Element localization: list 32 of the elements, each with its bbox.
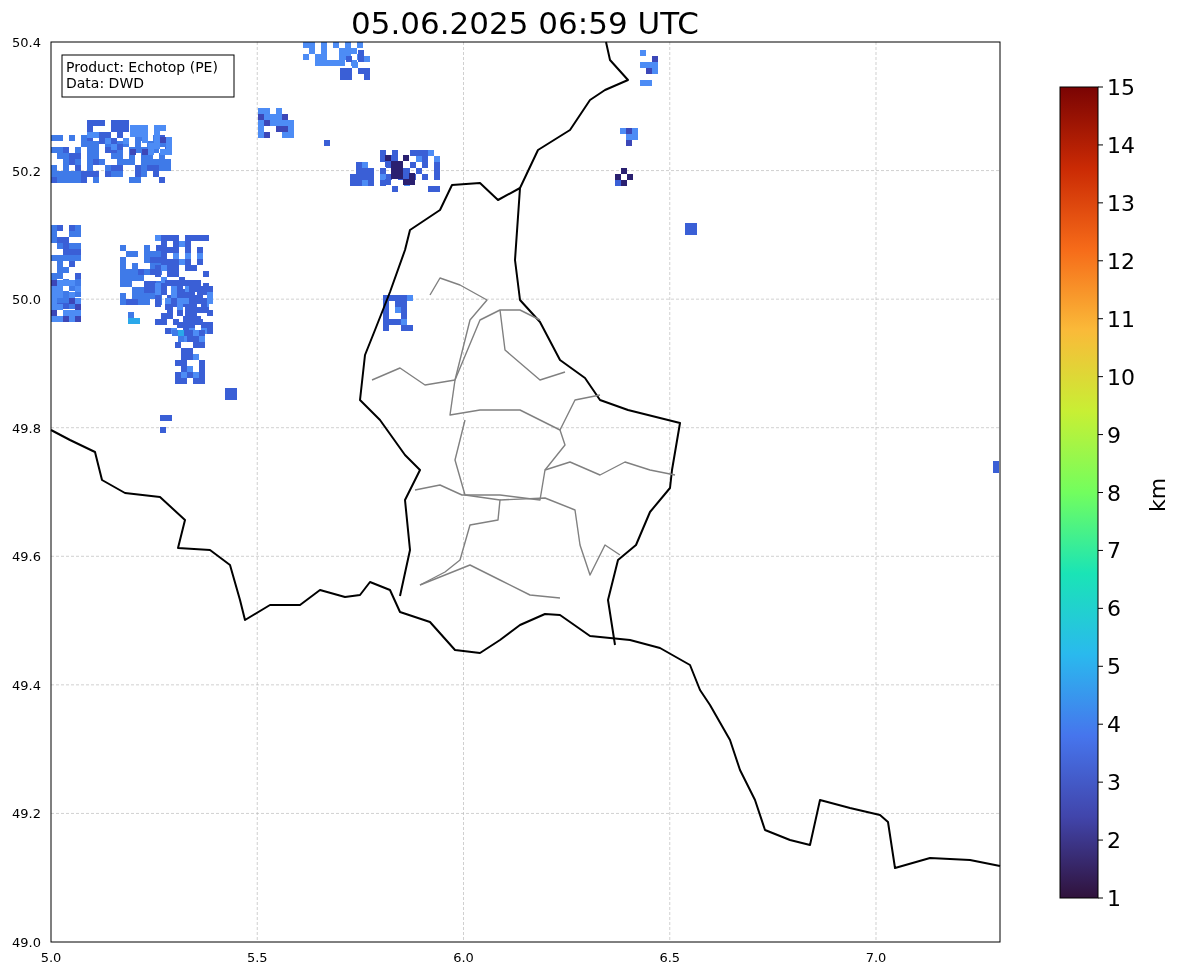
colorbar-tick-label: 5 (1107, 654, 1121, 680)
colorbar-tick-label: 11 (1107, 306, 1135, 332)
colorbar-tick-label: 9 (1107, 422, 1121, 448)
tick-label: 49.8 (12, 420, 41, 436)
colorbar-tick-label: 3 (1107, 770, 1121, 796)
colorbar-tick-label: 15 (1107, 75, 1135, 100)
tick-label: 5.0 (40, 950, 62, 965)
legend-text: Data: DWD (66, 75, 144, 91)
colorbar-tick-label: 6 (1107, 596, 1121, 622)
colorbar-tick-label: 4 (1107, 712, 1121, 738)
colorbar-tick-label: 12 (1107, 248, 1135, 274)
tick-label: 49.2 (12, 806, 41, 822)
colorbar-tick-label: 13 (1107, 190, 1135, 216)
colorbar-tick-label: 7 (1107, 538, 1121, 564)
tick-label: 50.2 (12, 163, 41, 179)
colorbar-tick-label: 10 (1107, 364, 1135, 390)
colorbar-tick-label: 8 (1107, 480, 1121, 506)
tick-label: 6.5 (659, 950, 681, 965)
tick-label: 49.4 (12, 677, 41, 693)
colorbar-label: km (1145, 477, 1170, 513)
chart-title: 05.06.2025 06:59 UTC (351, 5, 699, 41)
tick-label: 50.4 (12, 35, 41, 50)
tick-label: 50.0 (12, 292, 41, 308)
colorbar-tick-label: 14 (1107, 132, 1135, 158)
tick-label: 7.0 (865, 950, 887, 965)
tick-label: 49.6 (12, 549, 41, 565)
tick-label: 6.0 (453, 950, 474, 965)
colorbar-tick-label: 1 (1107, 886, 1121, 911)
colorbar-tick-label: 2 (1107, 828, 1121, 854)
tick-label: 5.5 (246, 950, 268, 965)
tick-label: 49.0 (12, 935, 41, 950)
legend-text: Product: Echotop (PE) (66, 59, 218, 75)
